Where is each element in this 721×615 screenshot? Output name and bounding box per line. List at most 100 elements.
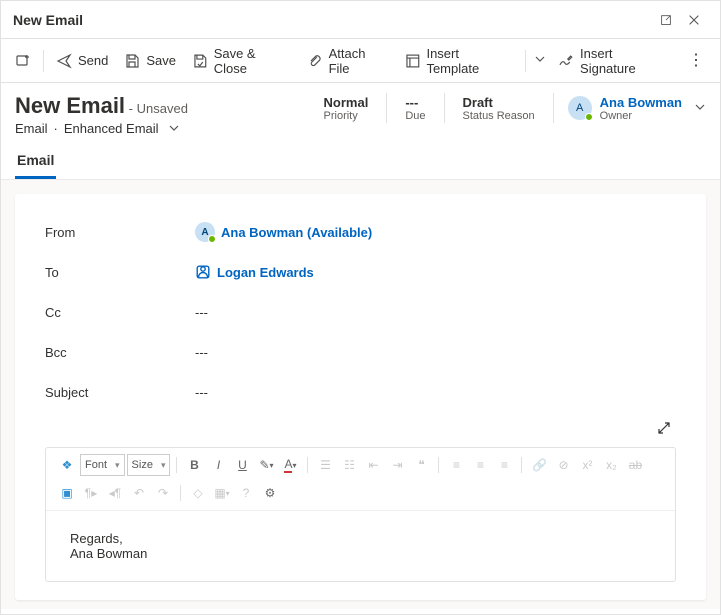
tab-strip: Email bbox=[1, 144, 720, 180]
status-label: Status Reason bbox=[463, 110, 535, 122]
priority-value: Normal bbox=[324, 95, 369, 110]
rtl-button[interactable]: ◂¶ bbox=[104, 482, 126, 504]
subscript-button[interactable]: x₂ bbox=[600, 454, 622, 476]
outdent-button[interactable]: ⇤ bbox=[362, 454, 384, 476]
template-dropdown-button[interactable] bbox=[530, 47, 550, 74]
due-label: Due bbox=[405, 110, 425, 122]
send-label: Send bbox=[78, 53, 108, 68]
font-size-selector[interactable]: Size▾ bbox=[127, 454, 171, 476]
cc-field[interactable]: --- bbox=[195, 305, 208, 320]
align-center-button[interactable]: ≡ bbox=[469, 454, 491, 476]
bcc-row: Bcc --- bbox=[45, 332, 676, 372]
page-title: New Email bbox=[15, 93, 125, 118]
from-row: From A Ana Bowman (Available) bbox=[45, 212, 676, 252]
blockquote-button[interactable]: ❝ bbox=[410, 454, 432, 476]
font-label: Font bbox=[85, 459, 107, 471]
save-button[interactable]: Save bbox=[116, 47, 184, 75]
form-canvas: From A Ana Bowman (Available) To Logan E… bbox=[1, 180, 720, 609]
chevron-down-icon[interactable] bbox=[165, 121, 179, 136]
redo-button[interactable]: ↷ bbox=[152, 482, 174, 504]
bcc-label: Bcc bbox=[45, 345, 195, 360]
subject-field[interactable]: --- bbox=[195, 385, 208, 400]
clear-format-button[interactable]: ◇ bbox=[187, 482, 209, 504]
align-left-button[interactable]: ≡ bbox=[445, 454, 467, 476]
status-field[interactable]: Draft Status Reason bbox=[459, 95, 539, 122]
link-button[interactable]: 🔗 bbox=[528, 454, 550, 476]
save-label: Save bbox=[146, 53, 176, 68]
to-field[interactable]: Logan Edwards bbox=[195, 264, 314, 280]
bcc-field[interactable]: --- bbox=[195, 345, 208, 360]
priority-field[interactable]: Normal Priority bbox=[320, 95, 373, 122]
format-painter-button[interactable]: ❖ bbox=[56, 454, 78, 476]
align-right-button[interactable]: ≡ bbox=[493, 454, 515, 476]
owner-label: Owner bbox=[600, 110, 682, 122]
insert-image-button[interactable]: ▣ bbox=[56, 482, 78, 504]
presence-indicator-icon bbox=[585, 113, 593, 121]
form-card: From A Ana Bowman (Available) To Logan E… bbox=[15, 194, 706, 600]
separator bbox=[553, 93, 554, 123]
form-selector[interactable]: Enhanced Email bbox=[64, 121, 159, 136]
new-activity-button[interactable] bbox=[7, 47, 39, 75]
superscript-button[interactable]: x² bbox=[576, 454, 598, 476]
from-avatar: A bbox=[195, 222, 215, 242]
font-color-button[interactable]: A▾ bbox=[279, 454, 301, 476]
highlight-button[interactable]: ✎▾ bbox=[255, 454, 277, 476]
window-title: New Email bbox=[13, 12, 83, 28]
insert-signature-button[interactable]: Insert Signature bbox=[550, 40, 678, 82]
to-row: To Logan Edwards bbox=[45, 252, 676, 292]
insert-template-button[interactable]: Insert Template bbox=[397, 40, 522, 82]
close-icon[interactable] bbox=[680, 6, 708, 34]
strikethrough-button[interactable]: ab bbox=[624, 454, 646, 476]
owner-field[interactable]: A Ana Bowman Owner bbox=[568, 95, 706, 122]
status-value: Draft bbox=[463, 95, 535, 110]
separator bbox=[307, 457, 308, 473]
accessibility-help-button[interactable]: ? bbox=[235, 482, 257, 504]
insert-template-label: Insert Template bbox=[426, 46, 513, 76]
breadcrumb-entity: Email bbox=[15, 121, 48, 136]
expand-editor-button[interactable] bbox=[652, 416, 676, 443]
from-display: Ana Bowman (Available) bbox=[221, 225, 372, 240]
indent-button[interactable]: ⇥ bbox=[386, 454, 408, 476]
separator bbox=[521, 457, 522, 473]
avatar-initial: A bbox=[576, 102, 583, 114]
unsaved-indicator: - Unsaved bbox=[129, 101, 188, 116]
subject-row: Subject --- bbox=[45, 372, 676, 412]
owner-name: Ana Bowman bbox=[600, 95, 682, 110]
popout-icon[interactable] bbox=[652, 6, 680, 34]
separator bbox=[525, 50, 526, 72]
to-display: Logan Edwards bbox=[217, 265, 314, 280]
email-body-input[interactable]: Regards, Ana Bowman bbox=[46, 511, 675, 581]
chevron-down-icon[interactable] bbox=[690, 101, 706, 116]
rich-text-editor: ❖ Font▾ Size▾ B I U ✎▾ A▾ ☰ ☷ ⇤ ⇥ ❝ ≡ ≡ … bbox=[45, 447, 676, 582]
due-value: --- bbox=[405, 95, 425, 110]
separator bbox=[444, 93, 445, 123]
undo-button[interactable]: ↶ bbox=[128, 482, 150, 504]
italic-button[interactable]: I bbox=[207, 454, 229, 476]
size-label: Size bbox=[132, 459, 153, 471]
from-field[interactable]: A Ana Bowman (Available) bbox=[195, 222, 372, 242]
tab-email[interactable]: Email bbox=[15, 144, 56, 179]
separator bbox=[43, 50, 44, 72]
editor-settings-button[interactable]: ⚙ bbox=[259, 482, 281, 504]
ltr-button[interactable]: ¶▸ bbox=[80, 482, 102, 504]
save-close-label: Save & Close bbox=[214, 46, 291, 76]
send-button[interactable]: Send bbox=[48, 47, 116, 75]
save-close-button[interactable]: Save & Close bbox=[184, 40, 299, 82]
cc-row: Cc --- bbox=[45, 292, 676, 332]
table-button[interactable]: ▦▾ bbox=[211, 482, 233, 504]
record-header: New Email - Unsaved Email · Enhanced Ema… bbox=[1, 83, 720, 144]
bullet-list-button[interactable]: ☰ bbox=[314, 454, 336, 476]
breadcrumb-dot: · bbox=[54, 121, 58, 136]
underline-button[interactable]: U bbox=[231, 454, 253, 476]
font-family-selector[interactable]: Font▾ bbox=[80, 454, 125, 476]
avatar-initial: A bbox=[201, 227, 208, 238]
numbered-list-button[interactable]: ☷ bbox=[338, 454, 360, 476]
unlink-button[interactable]: ⊘ bbox=[552, 454, 574, 476]
bold-button[interactable]: B bbox=[183, 454, 205, 476]
to-label: To bbox=[45, 265, 195, 280]
due-field[interactable]: --- Due bbox=[401, 95, 429, 122]
insert-signature-label: Insert Signature bbox=[580, 46, 670, 76]
cc-label: Cc bbox=[45, 305, 195, 320]
attach-file-button[interactable]: Attach File bbox=[299, 40, 397, 82]
overflow-menu-button[interactable]: ⋮ bbox=[678, 47, 714, 75]
